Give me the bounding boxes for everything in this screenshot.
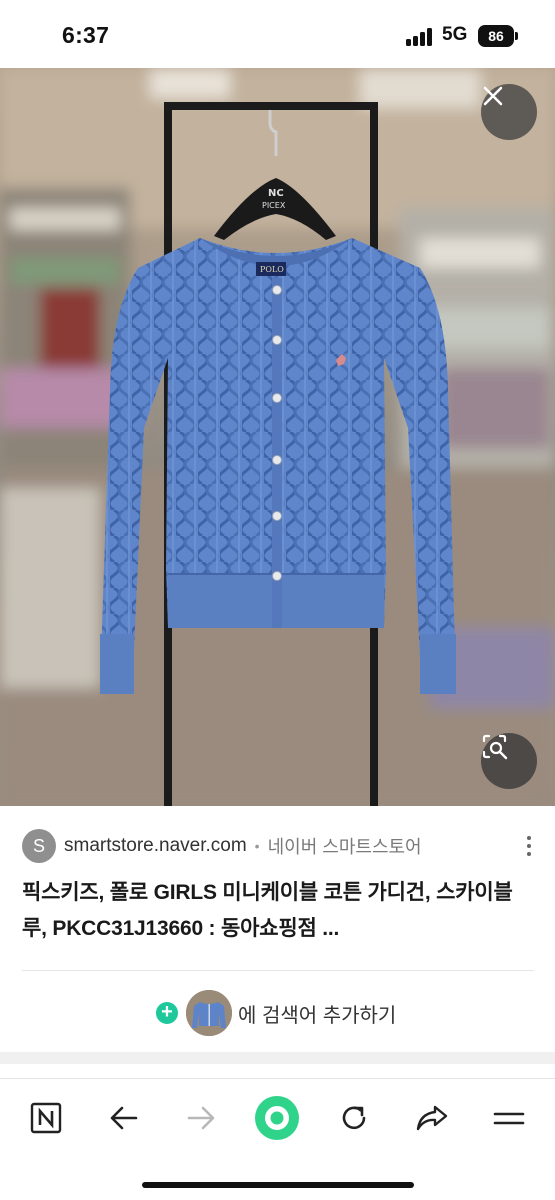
section-separator: [0, 1052, 555, 1064]
source-domain[interactable]: smartstore.naver.com: [64, 835, 247, 857]
menu-icon: [493, 1112, 525, 1125]
divider: [22, 970, 534, 971]
more-options-icon[interactable]: [523, 834, 535, 858]
svg-text:NC: NC: [268, 188, 284, 199]
product-image[interactable]: NC PICEX POLO: [0, 68, 555, 806]
source-separator: •: [254, 838, 260, 854]
image-search-icon: [482, 734, 508, 760]
menu-button[interactable]: [485, 1094, 533, 1142]
naver-n-icon: [30, 1102, 62, 1134]
share-icon: [416, 1105, 448, 1131]
plus-circle-icon: +: [156, 1002, 178, 1024]
status-bar: 6:37 5G 86: [0, 0, 555, 68]
result-source[interactable]: S smartstore.naver.com • 네이버 스마트스토어: [22, 829, 537, 863]
network-label: 5G: [442, 24, 468, 45]
share-button[interactable]: [408, 1094, 456, 1142]
forward-button[interactable]: [177, 1094, 225, 1142]
source-avatar: S: [22, 829, 56, 863]
status-time: 6:37: [62, 22, 110, 48]
add-search-term-button[interactable]: + 에 검색어 추가하기: [156, 990, 396, 1036]
svg-text:PICEX: PICEX: [262, 201, 286, 210]
search-thumbnail: [186, 990, 232, 1036]
green-home-button[interactable]: [253, 1094, 301, 1142]
battery-tip: [515, 32, 518, 40]
green-home-icon: [255, 1096, 299, 1140]
result-title[interactable]: 픽스키즈, 폴로 GIRLS 미니케이블 코튼 가디건, 스카이블루, PKCC…: [22, 875, 534, 947]
add-search-label: 에 검색어 추가하기: [238, 1004, 397, 1027]
back-button[interactable]: [100, 1094, 148, 1142]
battery-icon: 86: [478, 25, 514, 47]
refresh-icon: [342, 1106, 366, 1130]
back-arrow-icon: [110, 1106, 138, 1130]
svg-text:POLO: POLO: [260, 265, 284, 274]
forward-arrow-icon: [187, 1106, 215, 1130]
browser-toolbar: [0, 1078, 555, 1158]
signal-icon: [406, 28, 434, 46]
refresh-button[interactable]: [330, 1094, 378, 1142]
image-search-button[interactable]: [481, 733, 537, 789]
close-button[interactable]: [481, 84, 537, 140]
close-icon: [483, 86, 503, 106]
naver-home-button[interactable]: [22, 1094, 70, 1142]
source-name: 네이버 스마트스토어: [267, 837, 422, 857]
home-indicator[interactable]: [142, 1182, 414, 1188]
